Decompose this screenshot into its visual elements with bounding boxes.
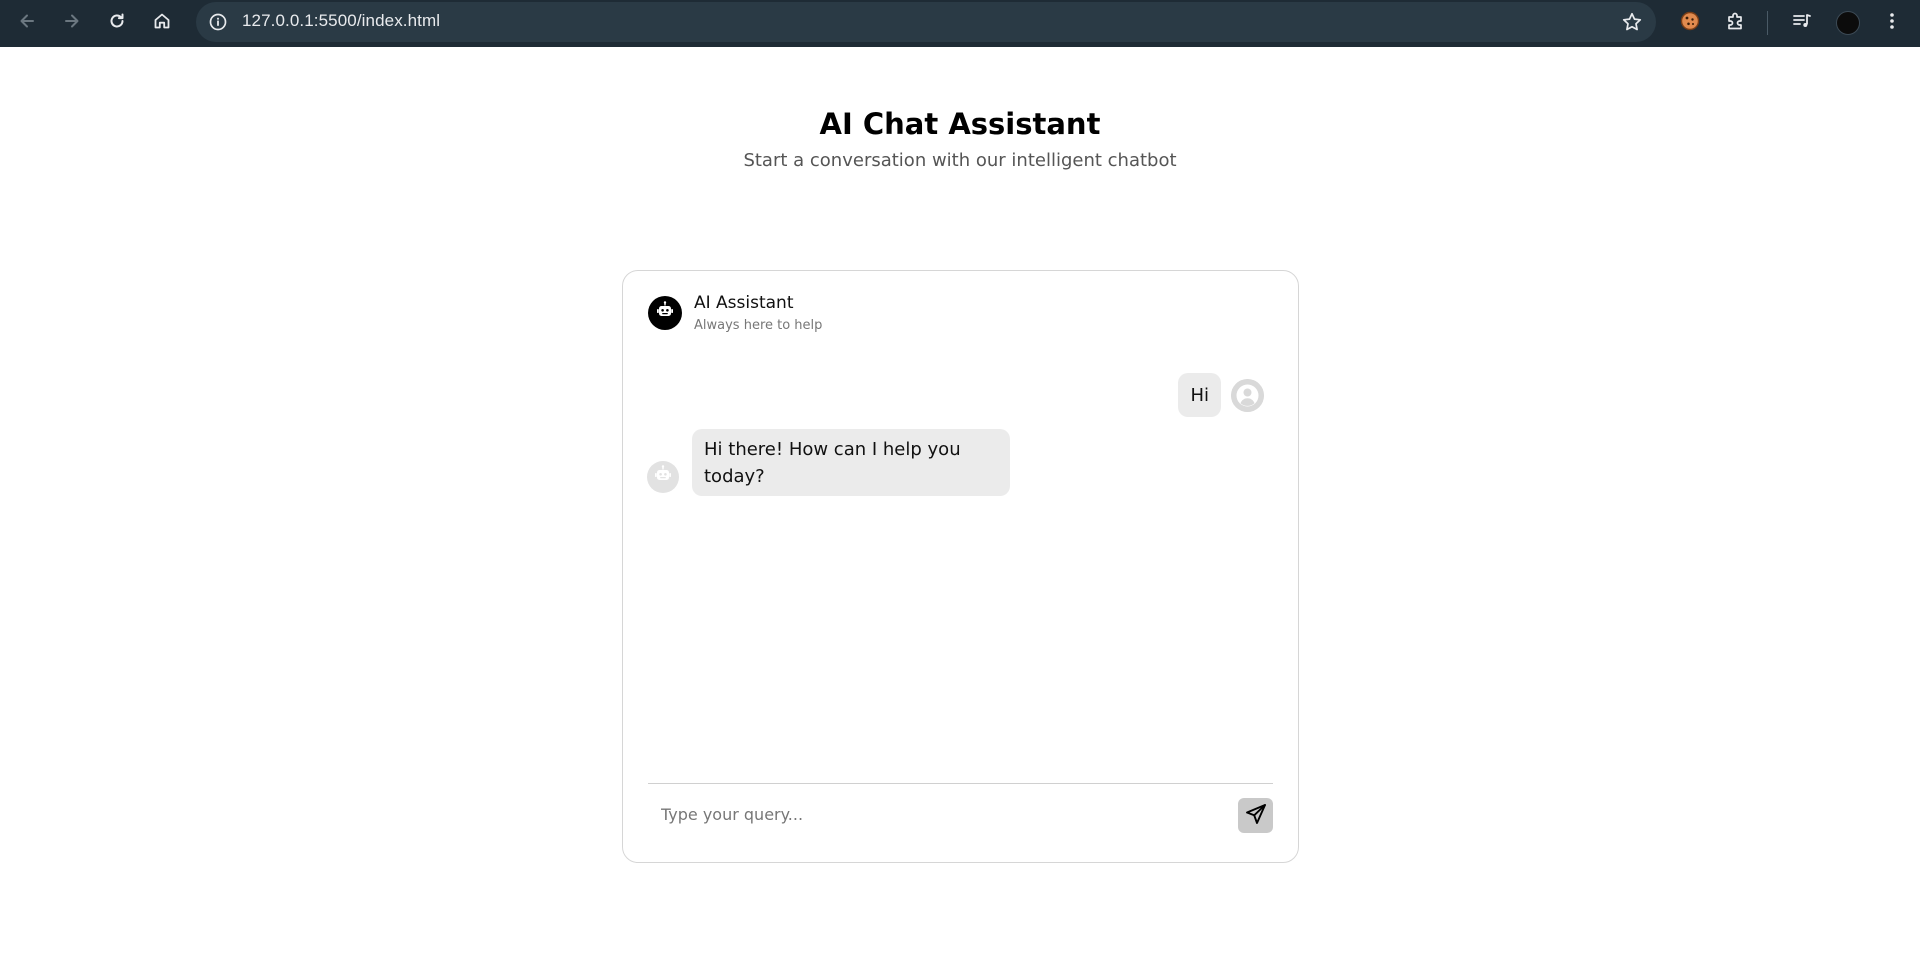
profile-avatar[interactable] bbox=[1836, 11, 1860, 35]
reload-icon bbox=[107, 11, 127, 35]
assistant-avatar bbox=[648, 296, 682, 330]
home-icon bbox=[152, 11, 172, 35]
address-bar[interactable]: 127.0.0.1:5500/index.html bbox=[196, 2, 1656, 42]
input-divider bbox=[648, 783, 1273, 784]
media-queue-icon bbox=[1791, 10, 1813, 36]
robot-icon bbox=[654, 300, 676, 326]
page-subtitle: Start a conversation with our intelligen… bbox=[743, 150, 1177, 171]
robot-icon bbox=[652, 464, 674, 490]
bot-message-bubble: Hi there! How can I help you today? bbox=[692, 429, 1010, 496]
user-avatar bbox=[1231, 379, 1264, 412]
media-control-button[interactable] bbox=[1784, 5, 1820, 41]
query-input[interactable] bbox=[648, 794, 1218, 834]
assistant-status: Always here to help bbox=[694, 318, 823, 333]
send-button[interactable] bbox=[1238, 798, 1273, 833]
home-button[interactable] bbox=[144, 5, 180, 41]
info-icon[interactable] bbox=[206, 10, 230, 34]
chat-window: AI Assistant Always here to help Hi Hi t… bbox=[622, 270, 1299, 863]
star-icon[interactable] bbox=[1618, 8, 1646, 36]
toolbar-separator bbox=[1767, 11, 1768, 35]
bot-avatar bbox=[647, 461, 679, 493]
send-icon bbox=[1244, 802, 1268, 829]
page-title: AI Chat Assistant bbox=[819, 107, 1101, 141]
forward-button[interactable] bbox=[54, 5, 90, 41]
cookie-extension-button[interactable] bbox=[1672, 5, 1708, 41]
extensions-button[interactable] bbox=[1718, 5, 1754, 41]
back-button[interactable] bbox=[9, 5, 45, 41]
user-icon bbox=[1231, 379, 1264, 412]
assistant-name: AI Assistant bbox=[694, 293, 794, 313]
user-message-bubble: Hi bbox=[1178, 373, 1221, 417]
arrow-right-icon bbox=[62, 11, 82, 35]
message-text: Hi bbox=[1190, 384, 1209, 406]
message-text: Hi there! How can I help you today? bbox=[704, 439, 961, 487]
browser-toolbar: 127.0.0.1:5500/index.html bbox=[0, 0, 1920, 47]
kebab-menu-icon bbox=[1882, 11, 1902, 35]
arrow-left-icon bbox=[17, 11, 37, 35]
reload-button[interactable] bbox=[99, 5, 135, 41]
browser-menu-button[interactable] bbox=[1874, 5, 1910, 41]
puzzle-icon bbox=[1725, 10, 1747, 36]
cookie-icon bbox=[1679, 10, 1701, 36]
url-text: 127.0.0.1:5500/index.html bbox=[242, 11, 441, 30]
